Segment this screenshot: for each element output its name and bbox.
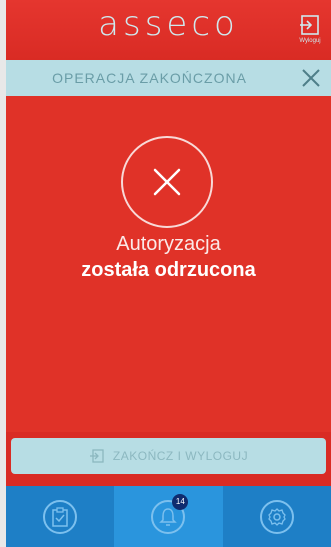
message-line1: Autoryzacja xyxy=(116,233,221,255)
message-line2: została odrzucona xyxy=(81,259,256,281)
logout-label: Wyloguj xyxy=(299,38,321,44)
status-text: OPERACJA ZAKOŃCZONA xyxy=(52,70,247,86)
tab-settings-circle xyxy=(259,499,294,534)
tab-operations[interactable] xyxy=(6,486,114,547)
clipboard-check-icon xyxy=(52,506,68,527)
status-bar: OPERACJA ZAKOŃCZONA xyxy=(6,60,331,96)
finish-button-label: ZAKOŃCZ I WYLOGUJ xyxy=(112,449,249,463)
settings-gear-icon xyxy=(268,507,286,526)
bell-icon xyxy=(159,507,178,526)
rejected-circle xyxy=(121,136,213,228)
finish-and-logout-button[interactable]: ZAKOŃCZ I WYLOGUJ xyxy=(11,438,326,474)
tab-settings[interactable] xyxy=(223,486,331,547)
app-screen: asseco Wyloguj OPERACJA ZAKOŃCZONA Autor… xyxy=(6,0,331,547)
bottom-tab-bar: 14 xyxy=(6,486,331,547)
logout-top-button[interactable]: Wyloguj xyxy=(295,14,325,54)
tab-notifications[interactable]: 14 xyxy=(114,486,223,547)
close-icon[interactable] xyxy=(299,66,323,90)
logout-icon xyxy=(300,15,319,35)
asseco-logo: asseco xyxy=(98,4,239,44)
tab-operations-circle xyxy=(43,499,78,534)
logout-icon xyxy=(89,449,104,463)
rejected-x-icon xyxy=(153,168,181,196)
app-header: asseco Wyloguj xyxy=(6,0,331,60)
result-panel: Autoryzacja została odrzucona xyxy=(6,96,331,432)
notification-badge: 14 xyxy=(172,494,189,510)
